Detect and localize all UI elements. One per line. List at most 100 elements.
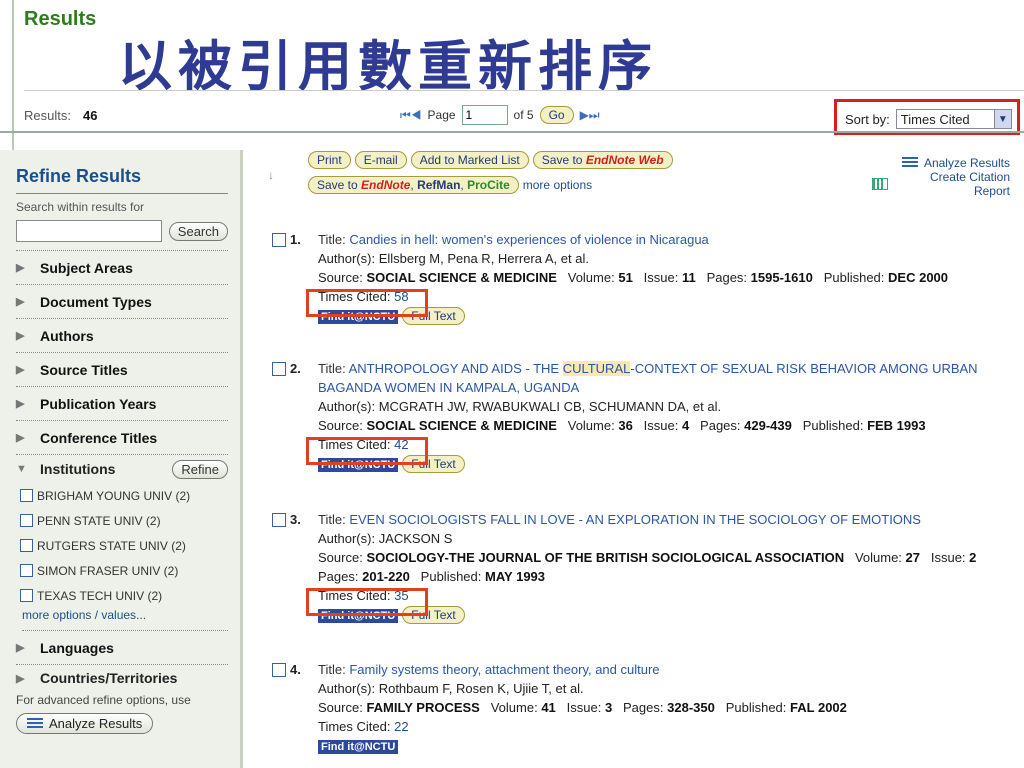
output-toolbar: Print E-mail Add to Marked List Save to … xyxy=(308,151,673,169)
select-page-icon[interactable]: ↓ xyxy=(268,168,274,182)
institution-item[interactable]: BRIGHAM YOUNG UNIV (2) xyxy=(20,483,228,508)
facet-countries[interactable]: ▶ Countries/Territories xyxy=(16,665,228,691)
add-marked-list-button[interactable]: Add to Marked List xyxy=(410,151,529,169)
left-border xyxy=(12,0,14,150)
record-number: 2. xyxy=(290,361,301,376)
findit-button[interactable]: Find it@NCTU xyxy=(318,740,399,754)
chevron-down-icon[interactable]: ▼ xyxy=(993,110,1011,128)
facet-languages[interactable]: ▶ Languages xyxy=(16,631,228,665)
facet-document-types[interactable]: ▶ Document Types xyxy=(16,285,228,319)
facet-authors[interactable]: ▶ Authors xyxy=(16,319,228,353)
title-label: Title: xyxy=(318,232,346,247)
triangle-right-icon: ▶ xyxy=(16,262,25,274)
record-checkbox[interactable] xyxy=(272,513,286,527)
institution-item[interactable]: RUTGERS STATE UNIV (2) xyxy=(20,533,228,558)
triangle-right-icon: ▶ xyxy=(16,364,25,376)
email-button[interactable]: E-mail xyxy=(354,151,407,169)
authors-label: Author(s): xyxy=(318,531,376,546)
results-count: Results: 46 xyxy=(24,108,97,123)
record-title-link[interactable]: Candies in hell: women's experiences of … xyxy=(349,232,708,247)
divider xyxy=(24,90,1024,91)
save-endnote-refman-procite-button[interactable]: Save to EndNote, RefMan, ProCite xyxy=(308,176,519,194)
go-button[interactable]: Go xyxy=(539,106,574,124)
refine-sidebar: Refine Results Search within results for… xyxy=(0,150,243,768)
title-label: Title: xyxy=(318,662,346,677)
facet-label: Source Titles xyxy=(40,361,128,378)
triangle-right-icon: ▶ xyxy=(16,296,25,308)
record-number: 1. xyxy=(290,232,301,247)
triangle-right-icon: ▶ xyxy=(16,672,25,685)
source-label: Source: xyxy=(318,700,363,715)
next-last-page-icon[interactable]: ▶⏭ xyxy=(580,108,600,123)
save-endnote-web-button[interactable]: Save to EndNote Web xyxy=(532,151,673,169)
search-button[interactable]: Search xyxy=(168,221,228,241)
published-label: Published: xyxy=(823,270,885,285)
pager: ⏮◀ Page of 5 Go ▶⏭ xyxy=(400,105,600,125)
refine-button[interactable]: Refine xyxy=(172,459,228,479)
pages-label: Pages: xyxy=(700,418,741,433)
checkbox[interactable] xyxy=(20,564,33,577)
record-pages: 328-350 xyxy=(667,700,715,715)
record-authors: MCGRATH JW, RWABUKWALI CB, SCHUMANN DA, … xyxy=(378,399,722,414)
record-pages: 429-439 xyxy=(744,418,792,433)
facet-label: Document Types xyxy=(40,293,152,310)
page-input[interactable] xyxy=(461,105,508,125)
pages-label: Pages: xyxy=(623,700,664,715)
refine-title: Refine Results xyxy=(16,166,228,194)
record-checkbox[interactable] xyxy=(272,233,286,247)
first-prev-page-icon[interactable]: ⏮◀ xyxy=(400,108,422,123)
record-published: MAY 1993 xyxy=(485,569,546,584)
facet-conference-titles[interactable]: ▶ Conference Titles xyxy=(16,421,228,455)
more-values-link[interactable]: more options / values... xyxy=(22,608,228,631)
checkbox[interactable] xyxy=(20,539,33,552)
print-button[interactable]: Print xyxy=(308,151,351,169)
source-label: Source: xyxy=(318,270,363,285)
published-label: Published: xyxy=(725,700,787,715)
issue-label: Issue: xyxy=(566,700,602,715)
checkbox[interactable] xyxy=(20,514,33,527)
sort-select[interactable]: Times Cited ▼ xyxy=(895,109,1012,129)
institution-item[interactable]: TEXAS TECH UNIV (2) xyxy=(20,583,228,608)
analyze-results-button[interactable]: Analyze Results xyxy=(16,713,154,734)
institution-item[interactable]: SIMON FRASER UNIV (2) xyxy=(20,558,228,583)
times-cited-link[interactable]: 22 xyxy=(394,719,408,734)
facet-label: Countries/Territories xyxy=(40,670,178,686)
citation-report-link[interactable]: Create Citation Report xyxy=(872,170,1010,198)
record-checkbox[interactable] xyxy=(272,362,286,376)
cited-highlight-box xyxy=(306,588,428,616)
record-title-link[interactable]: ANTHROPOLOGY AND AIDS - THE CULTURAL-CON… xyxy=(318,361,978,395)
checkbox[interactable] xyxy=(20,589,33,602)
institution-item[interactable]: PENN STATE UNIV (2) xyxy=(20,508,228,533)
sort-label: Sort by: xyxy=(845,111,890,127)
cited-highlight-box xyxy=(306,289,428,317)
record-issue: 4 xyxy=(681,418,690,433)
more-options-link[interactable]: more options xyxy=(523,178,592,192)
cited-highlight-box xyxy=(306,437,428,465)
record-pages: 201-220 xyxy=(362,569,410,584)
facet-publication-years[interactable]: ▶ Publication Years xyxy=(16,387,228,421)
record-authors: JACKSON S xyxy=(378,531,453,546)
facet-subject-areas[interactable]: ▶ Subject Areas xyxy=(16,251,228,285)
facet-source-titles[interactable]: ▶ Source Titles xyxy=(16,353,228,387)
facet-label: Subject Areas xyxy=(40,259,133,276)
times-cited-label: Times Cited: xyxy=(318,719,391,734)
record-title-link[interactable]: EVEN SOCIOLOGISTS FALL IN LOVE - AN EXPL… xyxy=(349,512,921,527)
record-issue: 11 xyxy=(681,270,696,285)
published-label: Published: xyxy=(420,569,482,584)
checkbox[interactable] xyxy=(20,489,33,502)
sort-control: Sort by: Times Cited ▼ xyxy=(845,109,1012,129)
authors-label: Author(s): xyxy=(318,399,376,414)
output-toolbar-2: Save to EndNote, RefMan, ProCite more op… xyxy=(308,176,592,194)
volume-label: Volume: xyxy=(567,270,615,285)
facet-label: Authors xyxy=(40,327,94,344)
page-label: Page xyxy=(427,108,456,122)
pages-label: Pages: xyxy=(706,270,748,285)
record-checkbox[interactable] xyxy=(272,663,286,677)
issue-label: Issue: xyxy=(643,418,679,433)
record-number: 3. xyxy=(290,512,301,527)
facet-label: Institutions xyxy=(40,461,116,477)
triangle-down-icon[interactable]: ▼ xyxy=(16,463,40,475)
record-title-link[interactable]: Family systems theory, attachment theory… xyxy=(349,662,659,677)
record-volume: 36 xyxy=(618,418,633,433)
search-within-input[interactable] xyxy=(16,220,162,242)
